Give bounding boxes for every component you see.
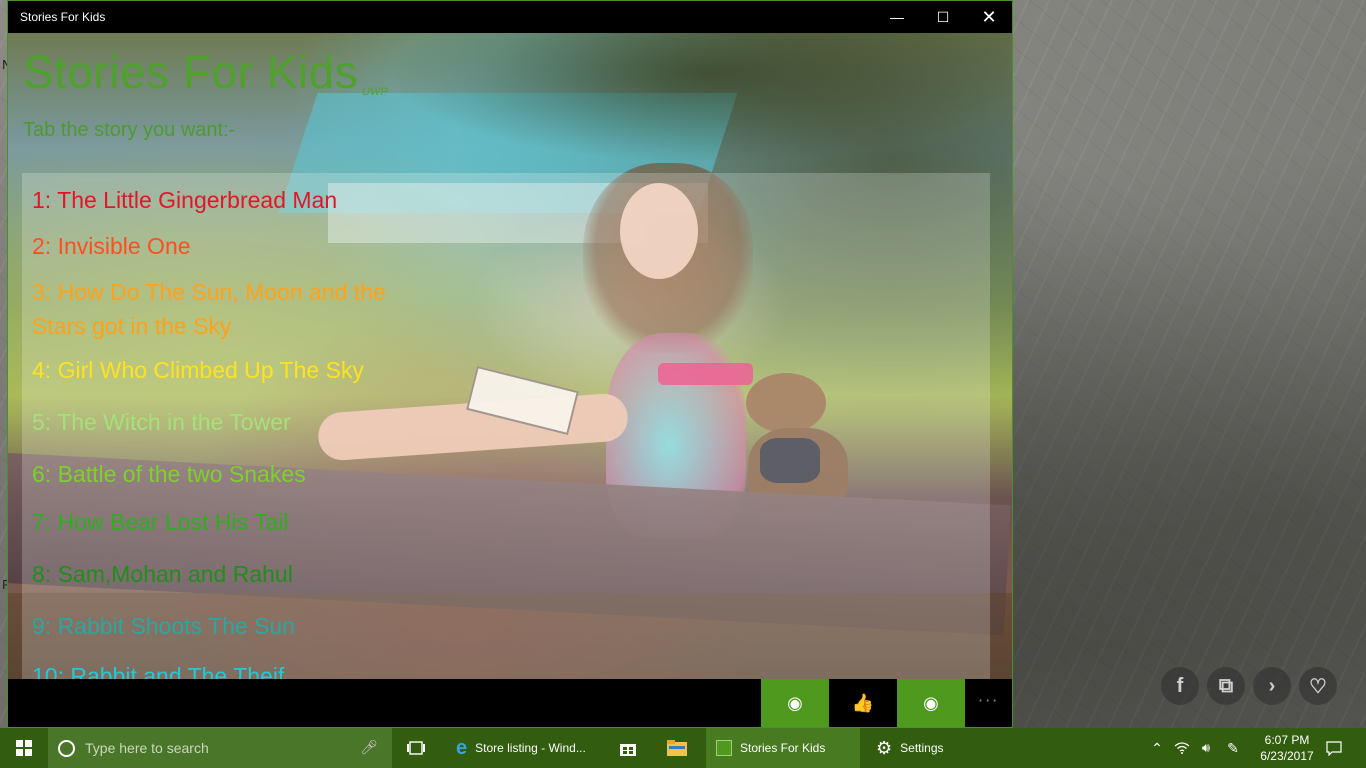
close-button[interactable]: ✕ <box>966 1 1012 33</box>
wallpaper-share-buttons: f ⧉ › ♡ <box>1161 667 1337 705</box>
taskbar-app-settings[interactable]: ⚙ Settings <box>866 728 986 768</box>
story-item-7[interactable]: 7: How Bear Lost His Tail <box>32 505 632 539</box>
windows-logo-icon <box>16 740 32 756</box>
facebook-icon[interactable]: f <box>1161 667 1199 705</box>
story-item-3[interactable]: 3: How Do The Sun, Moon and the Stars go… <box>32 275 402 343</box>
story-item-6[interactable]: 6: Battle of the two Snakes <box>32 457 632 491</box>
maximize-button[interactable]: ☐ <box>920 1 966 33</box>
story-item-1[interactable]: 1: The Little Gingerbread Man <box>32 183 632 217</box>
gear-icon: ⚙ <box>876 737 893 758</box>
taskbar-app-stories[interactable]: Stories For Kids <box>706 728 860 768</box>
story-item-5[interactable]: 5: The Witch in the Tower <box>32 405 632 439</box>
clock-time: 6:07 PM <box>1264 733 1310 747</box>
search-input[interactable]: Type here to search 🎤︎ <box>48 728 392 768</box>
copy-icon[interactable]: ⧉ <box>1207 667 1245 705</box>
volume-icon[interactable]: 🔊︎ <box>1196 728 1216 768</box>
clock[interactable]: 6:07 PM 6/23/2017 <box>1256 732 1318 764</box>
story-item-2[interactable]: 2: Invisible One <box>32 229 632 263</box>
app-icon <box>716 740 732 756</box>
instruction-text: Tab the story you want:- <box>23 119 236 141</box>
minimize-button[interactable]: — <box>874 1 920 33</box>
window-title: Stories For Kids <box>20 10 106 24</box>
cortana-icon <box>58 739 75 757</box>
task-view-icon <box>407 741 425 755</box>
title-bar[interactable]: Stories For Kids — ☐ ✕ <box>8 1 1012 33</box>
story-list: 1: The Little Gingerbread Man 2: Invisib… <box>22 173 990 679</box>
story-item-10[interactable]: 10: Rabbit and The Theif <box>32 659 632 679</box>
pen-workspace-icon[interactable]: ✎ <box>1222 728 1244 768</box>
taskbar-store[interactable] <box>614 728 642 768</box>
app-window: Stories For Kids — ☐ ✕ Stories For Kids … <box>7 0 1013 728</box>
taskbar-app-label: Settings <box>900 741 944 755</box>
app-subtitle: UWP <box>362 86 388 98</box>
edge-icon: e <box>456 736 468 759</box>
heart-icon[interactable]: ♡ <box>1299 667 1337 705</box>
story-item-9[interactable]: 9: Rabbit Shoots The Sun <box>32 609 632 643</box>
eye-icon[interactable]: ◉ <box>897 679 965 727</box>
store-icon <box>620 744 636 756</box>
taskbar: Type here to search 🎤︎ e Store listing -… <box>0 728 1366 768</box>
background-photo: Stories For Kids UWP Tab the story you w… <box>8 33 1012 679</box>
taskbar-app-edge[interactable]: e Store listing - Wind... <box>446 728 602 768</box>
wifi-icon[interactable] <box>1172 728 1192 768</box>
show-hidden-icons-button[interactable]: ⌃ <box>1148 728 1166 768</box>
clock-date: 6/23/2017 <box>1260 749 1314 763</box>
taskbar-app-label: Store listing - Wind... <box>475 741 586 755</box>
action-center-button[interactable] <box>1322 728 1346 768</box>
eye-icon[interactable]: ◉ <box>761 679 829 727</box>
taskbar-app-label: Stories For Kids <box>740 741 826 755</box>
start-button[interactable] <box>0 728 48 768</box>
story-item-8[interactable]: 8: Sam,Mohan and Rahul <box>32 557 632 591</box>
notification-icon <box>1326 740 1342 756</box>
taskbar-file-explorer[interactable] <box>662 728 692 768</box>
app-title: Stories For Kids <box>23 46 359 98</box>
command-bar: ◉ 👍 ◉ ··· <box>8 679 1012 727</box>
next-icon[interactable]: › <box>1253 667 1291 705</box>
story-item-4[interactable]: 4: Girl Who Climbed Up The Sky <box>32 353 632 387</box>
thumbs-up-icon[interactable]: 👍 <box>829 679 897 727</box>
more-options-button[interactable]: ··· <box>978 691 999 710</box>
task-view-button[interactable] <box>400 728 432 768</box>
search-placeholder: Type here to search <box>85 740 209 756</box>
folder-icon <box>667 740 687 756</box>
microphone-icon[interactable]: 🎤︎ <box>360 739 378 756</box>
